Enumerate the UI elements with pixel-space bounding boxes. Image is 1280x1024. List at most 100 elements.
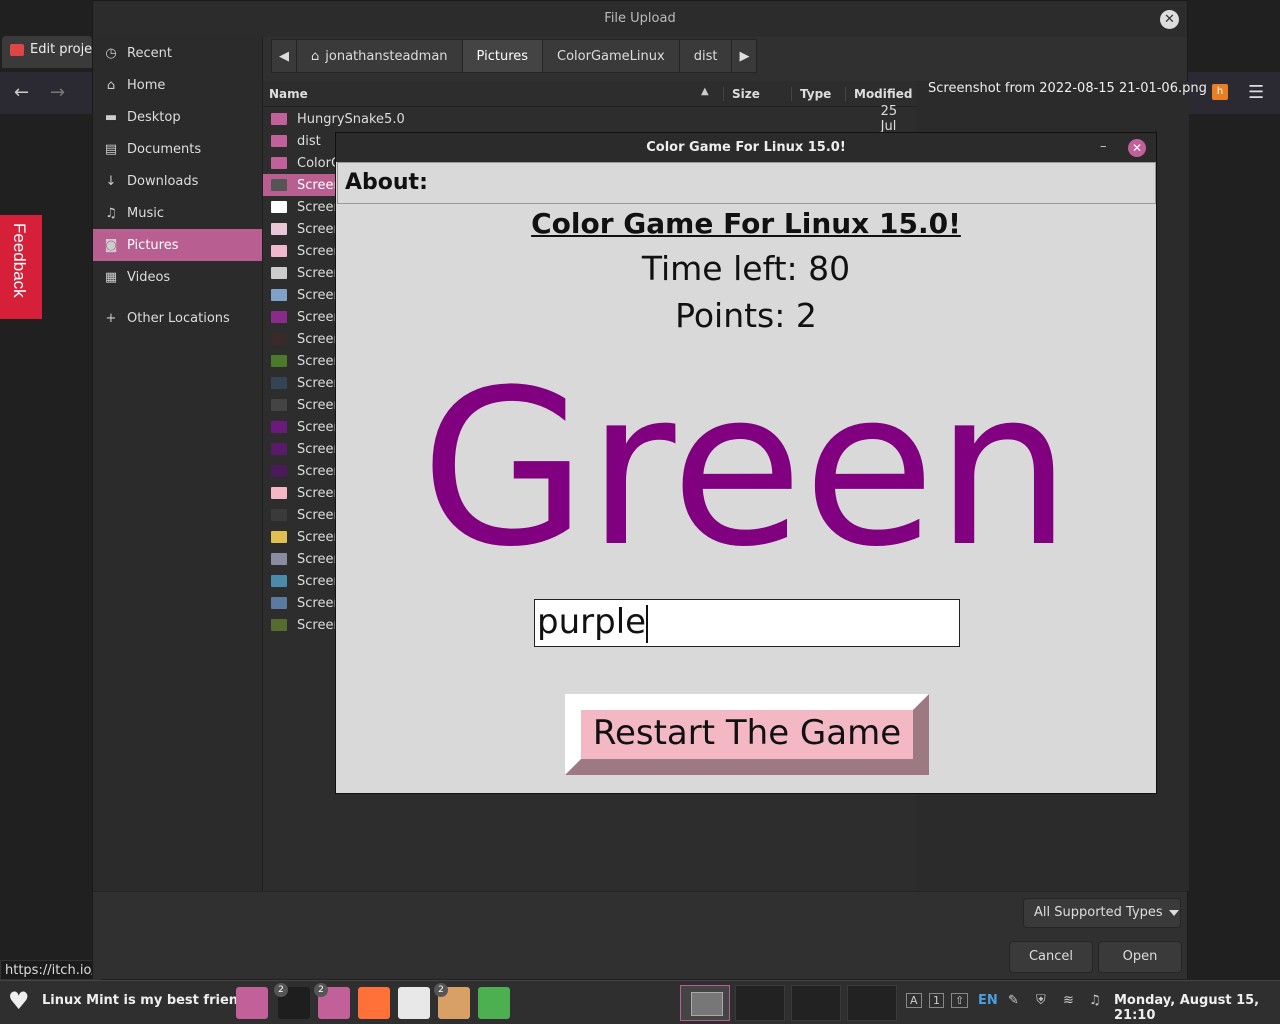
path-segment-home[interactable]: ⌂ jonathansteadman xyxy=(296,39,463,73)
clock-icon: ◷ xyxy=(105,45,117,61)
file-type-label: All Supported Types xyxy=(1034,905,1163,920)
image-thumbnail-icon xyxy=(271,509,287,521)
image-thumbnail-icon xyxy=(271,443,287,455)
image-thumbnail-icon xyxy=(271,377,287,389)
image-thumbnail-icon xyxy=(271,223,287,235)
taskbar-label: Linux Mint is my best friend. xyxy=(42,993,253,1008)
music-icon[interactable]: ♫ xyxy=(1089,993,1101,1008)
camera-icon: ◙ xyxy=(104,237,118,253)
sidebar-item-videos[interactable]: ▦ Videos xyxy=(93,261,262,293)
sidebar-item-music[interactable]: ♫ Music xyxy=(93,197,262,229)
sidebar-item-label: Other Locations xyxy=(127,310,230,326)
sidebar-item-downloads[interactable]: ↓ Downloads xyxy=(93,165,262,197)
window-count-badge: 2 xyxy=(274,983,288,997)
image-thumbnail-icon xyxy=(271,179,287,191)
column-name-label: Name xyxy=(269,86,308,101)
hamburger-menu-icon[interactable]: ☰ xyxy=(1248,82,1264,103)
extension-icon[interactable]: h xyxy=(1212,84,1228,100)
keyboard-layout[interactable]: EN xyxy=(978,993,998,1008)
workspace-1[interactable] xyxy=(680,985,730,1021)
keyboard-shift-icon[interactable]: ⇧ xyxy=(951,993,969,1008)
itch-app-icon[interactable] xyxy=(398,987,430,1019)
colorgame-app-icon[interactable] xyxy=(478,987,510,1019)
terminal-app-icon[interactable]: 2 xyxy=(274,983,310,1019)
dialog-title: File Upload xyxy=(93,1,1187,37)
column-name[interactable]: Name ▲ xyxy=(263,85,723,101)
path-segment-pictures[interactable]: Pictures xyxy=(461,39,544,73)
path-bar: ◀ ⌂ jonathansteadman Pictures ColorGameLi… xyxy=(271,39,758,73)
sort-ascending-icon: ▲ xyxy=(701,85,709,97)
column-size[interactable]: Size xyxy=(723,86,791,101)
path-segment-label: jonathansteadman xyxy=(325,48,448,64)
open-button[interactable]: Open xyxy=(1098,941,1182,973)
sidebar-item-label: Desktop xyxy=(127,109,181,125)
dialog-close-icon[interactable]: ✕ xyxy=(1160,10,1179,29)
color-picker-icon[interactable]: ✎ xyxy=(1008,993,1019,1008)
preview-file-name: Screenshot from 2022-08-15 21-01-06.png xyxy=(928,81,1207,96)
sidebar-item-home[interactable]: ⌂ Home xyxy=(93,69,262,101)
shield-icon[interactable]: ⛨ xyxy=(1036,993,1046,1008)
workspace-4[interactable] xyxy=(847,985,897,1021)
image-thumbnail-icon xyxy=(271,311,287,323)
column-modified[interactable]: Modified xyxy=(845,86,913,101)
image-thumbnail-icon xyxy=(271,267,287,279)
file-type-filter[interactable]: All Supported Types xyxy=(1023,898,1181,928)
home-icon: ⌂ xyxy=(106,77,116,93)
sidebar-item-desktop[interactable]: ▬ Desktop xyxy=(93,101,262,133)
path-segment-colorgamelinux[interactable]: ColorGameLinux xyxy=(542,39,680,73)
clock[interactable]: Monday, August 15, 21:10 xyxy=(1114,993,1280,1023)
image-thumbnail-icon xyxy=(271,575,287,587)
keyboard-a-icon[interactable]: A xyxy=(906,993,922,1008)
plus-icon: + xyxy=(105,310,117,326)
path-forward-icon[interactable]: ▶ xyxy=(731,39,758,73)
game-menubar: About: xyxy=(337,162,1156,204)
places-sidebar: ◷ Recent ⌂ Home ▬ Desktop ▤ Documents ↓ Downloads… xyxy=(93,37,263,891)
color-game-window: Color Game For Linux 15.0! – ✕ About: Co… xyxy=(335,132,1157,794)
image-thumbnail-icon xyxy=(271,465,287,477)
folder-app-icon[interactable]: 2 xyxy=(314,983,350,1019)
game-close-icon[interactable]: ✕ xyxy=(1128,139,1146,157)
cancel-button[interactable]: Cancel xyxy=(1009,941,1093,973)
minimize-icon[interactable]: – xyxy=(1100,139,1107,154)
game-heading: Color Game For Linux 15.0! xyxy=(531,207,961,240)
sidebar-item-documents[interactable]: ▤ Documents xyxy=(93,133,262,165)
workspace-2[interactable] xyxy=(735,985,785,1021)
sidebar-item-pictures[interactable]: ◙ Pictures xyxy=(93,229,262,261)
file-list-header: Name ▲ Size Type Modified xyxy=(263,81,917,107)
image-thumbnail-icon xyxy=(271,245,287,257)
folder-icon: ▬ xyxy=(104,109,118,125)
image-thumbnail-icon xyxy=(271,553,287,565)
answer-text: purple xyxy=(537,602,647,642)
music-icon: ♫ xyxy=(105,205,117,221)
sidebar-item-other-locations[interactable]: + Other Locations xyxy=(93,302,262,334)
folder-icon xyxy=(271,113,287,125)
back-arrow-icon[interactable]: ← xyxy=(14,82,29,103)
sidebar-item-recent[interactable]: ◷ Recent xyxy=(93,37,262,69)
heart-icon[interactable]: ♥ xyxy=(8,989,30,1013)
browser-tab[interactable]: Edit proje xyxy=(2,36,92,68)
color-answer-input[interactable]: purple xyxy=(534,599,960,647)
file-row[interactable]: HungrySnake5.0 25 Jul xyxy=(263,104,917,134)
workspace-3[interactable] xyxy=(791,985,841,1021)
home-icon: ⌂ xyxy=(311,48,320,64)
firefox-app-icon[interactable] xyxy=(358,987,390,1019)
path-segment-dist[interactable]: dist xyxy=(678,39,733,73)
about-menu[interactable]: About: xyxy=(345,170,428,195)
files-app-icon[interactable] xyxy=(236,987,268,1019)
restart-game-button[interactable]: Restart The Game xyxy=(565,694,929,775)
download-icon: ↓ xyxy=(105,173,117,189)
document-icon: ▤ xyxy=(104,141,118,157)
chevron-down-icon xyxy=(1168,909,1179,916)
forward-arrow-icon[interactable]: → xyxy=(50,82,65,103)
text-cursor xyxy=(646,604,649,643)
folder-icon xyxy=(271,157,287,169)
image-thumbnail-icon xyxy=(271,531,287,543)
sidebar-item-label: Music xyxy=(127,205,164,221)
keyboard-1-icon[interactable]: 1 xyxy=(929,993,944,1008)
archive-app-icon[interactable]: 2 xyxy=(434,983,470,1019)
wifi-icon[interactable]: ≋ xyxy=(1063,993,1074,1008)
column-type[interactable]: Type xyxy=(791,86,845,101)
time-left-label: Time left: 80 xyxy=(641,249,851,288)
path-back-icon[interactable]: ◀ xyxy=(271,39,297,73)
feedback-tab[interactable]: Feedback xyxy=(0,215,42,319)
